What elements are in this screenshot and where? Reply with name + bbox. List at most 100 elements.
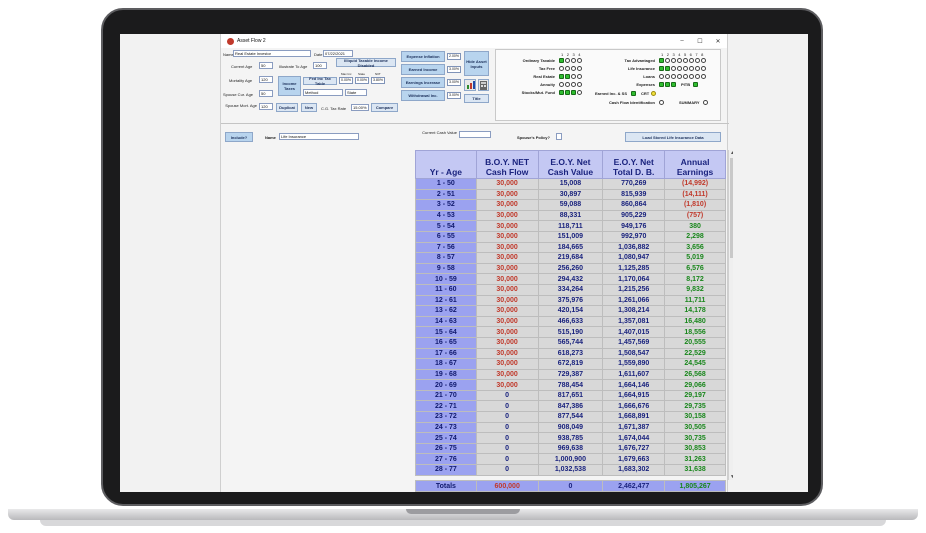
- row-cash-flow: 30,000: [475, 283, 539, 296]
- row-age: 5 - 54: [415, 220, 477, 232]
- cg-rate-input[interactable]: 15.00%: [351, 104, 369, 111]
- state-select[interactable]: State: [345, 89, 367, 96]
- summary-label: SUMMARY: [679, 100, 700, 105]
- expense-inflation-pct[interactable]: 2.00%: [447, 53, 461, 60]
- row-cash-value: 969,638: [537, 442, 604, 455]
- ordinary-selectors[interactable]: [559, 58, 582, 63]
- duplicate-button[interactable]: Duplicat: [276, 103, 298, 112]
- table-row: 4 - 53 30,000 88,331 905,229 (757): [415, 209, 726, 222]
- chart-icon[interactable]: [464, 79, 476, 91]
- title-bar: Asset Flow 2 – ☐ ✕: [221, 34, 727, 48]
- withdrawal-button[interactable]: Withdrawal Inc.: [401, 90, 445, 101]
- fed-header-max: Max Inc: [341, 72, 352, 76]
- row-cash-value: 672,819: [537, 358, 604, 370]
- row-cash-flow: 0: [475, 432, 539, 444]
- row-death-benefit: 770,269: [602, 178, 666, 190]
- crt-selector[interactable]: [651, 91, 656, 96]
- load-stored-data-button[interactable]: Load Stored Life Insurance Data: [625, 132, 721, 142]
- summary-selector[interactable]: [703, 100, 708, 105]
- row-death-benefit: 1,559,890: [602, 358, 666, 370]
- illustrate-input[interactable]: 100: [313, 62, 327, 69]
- fed-tax-table-button[interactable]: Fed Inc Tax Table: [303, 76, 337, 86]
- row-earnings: 2,298: [664, 230, 726, 243]
- taxable-income-button[interactable]: Illiquid Taxable Income Disabled: [336, 58, 396, 68]
- withdrawal-pct[interactable]: 3.00%: [447, 92, 461, 99]
- annuity-selectors[interactable]: [559, 82, 582, 87]
- loans-selectors[interactable]: [659, 74, 706, 79]
- row-death-benefit: 1,308,214: [602, 305, 666, 317]
- spouse-age-input[interactable]: 50: [259, 90, 273, 97]
- row-cash-value: 908,049: [537, 421, 604, 434]
- row-age: 13 - 62: [415, 305, 477, 317]
- pitb-selector[interactable]: [693, 82, 698, 87]
- taxfree-selectors[interactable]: [559, 66, 582, 71]
- table-scrollbar[interactable]: ▲ ▼: [728, 150, 733, 480]
- row-cash-value: 938,785: [537, 432, 604, 444]
- stocks-selectors[interactable]: [559, 90, 582, 95]
- table-row: 3 - 52 30,000 59,088 860,864 (1,810): [415, 199, 726, 211]
- row-age: 6 - 55: [415, 230, 477, 243]
- row-earnings: 380: [664, 220, 726, 232]
- mortality-input[interactable]: 120: [259, 76, 273, 83]
- row-earnings: 24,545: [664, 358, 726, 370]
- date-input[interactable]: 07/22/2021: [323, 50, 353, 57]
- row-death-benefit: 1,611,607: [602, 368, 666, 381]
- row-earnings: (14,111): [664, 188, 726, 201]
- row-death-benefit: 1,671,387: [602, 421, 666, 434]
- table-row: 12 - 61 30,000 375,976 1,261,066 11,711: [415, 294, 726, 307]
- name-input[interactable]: Real Estate Investor: [233, 50, 311, 57]
- scroll-up-icon[interactable]: ▲: [729, 150, 733, 156]
- new-button[interactable]: New: [301, 103, 317, 112]
- row-cash-flow: 30,000: [475, 336, 539, 349]
- earned-income-button[interactable]: Earned Income: [401, 64, 445, 75]
- close-button[interactable]: ✕: [709, 38, 727, 45]
- table-row: 19 - 68 30,000 729,387 1,611,607 26,568: [415, 368, 726, 381]
- life-selectors[interactable]: [659, 66, 706, 71]
- row-cash-value: 118,711: [537, 220, 604, 232]
- spouse-mort-input[interactable]: 120: [259, 103, 273, 110]
- window-controls: – ☐ ✕: [673, 38, 727, 45]
- title-button[interactable]: Title: [464, 94, 489, 103]
- col-header-cash-value: E.O.Y. Net Cash Value: [537, 150, 604, 179]
- include-button[interactable]: Include?: [225, 132, 253, 142]
- table-row: 14 - 63 30,000 466,633 1,357,081 16,480: [415, 315, 726, 328]
- scroll-down-icon[interactable]: ▼: [729, 474, 733, 480]
- earned-income-selector[interactable]: [631, 91, 636, 96]
- realestate-selectors[interactable]: [559, 74, 582, 79]
- fed-pct-max[interactable]: 0.00%: [339, 77, 353, 84]
- scrollbar-thumb[interactable]: [730, 158, 733, 258]
- current-cash-input[interactable]: [459, 131, 491, 138]
- row-cash-flow: 0: [475, 400, 539, 413]
- row-cash-value: 30,897: [537, 188, 604, 201]
- row-death-benefit: 1,679,663: [602, 453, 666, 466]
- expense-inflation-button[interactable]: Expense Inflation: [401, 51, 445, 62]
- hide-asset-inputs-button[interactable]: Hide Asset Inputs: [464, 51, 489, 76]
- minimize-button[interactable]: –: [673, 38, 691, 45]
- fed-pct-niit[interactable]: 3.80%: [371, 77, 385, 84]
- calculator-icon[interactable]: [478, 79, 489, 91]
- earnings-increase-pct[interactable]: 3.00%: [447, 79, 461, 86]
- row-earnings: (757): [664, 209, 726, 222]
- row-cash-value: 788,454: [537, 379, 604, 391]
- compare-button[interactable]: Compare: [371, 103, 398, 112]
- maximize-button[interactable]: ☐: [691, 38, 709, 45]
- spouse-policy-checkbox[interactable]: [556, 133, 562, 140]
- cash-flow-id-selector[interactable]: [659, 100, 664, 105]
- taxadv-selectors[interactable]: [659, 58, 706, 63]
- row-cash-value: 1,000,900: [537, 453, 604, 466]
- earned-income-pct[interactable]: 3.00%: [447, 66, 461, 73]
- expenses-selectors[interactable]: [659, 82, 676, 87]
- row-age: 18 - 67: [415, 358, 477, 370]
- policy-name-input[interactable]: Life Insurance: [279, 133, 359, 140]
- method-select[interactable]: Method: [303, 89, 343, 96]
- results-table-wrap: Yr - Age B.O.Y. NET Cash Flow E.O.Y. Net C…: [415, 150, 733, 492]
- row-cash-flow: 30,000: [475, 230, 539, 243]
- earnings-increase-button[interactable]: Earnings Increase: [401, 77, 445, 88]
- table-row: 26 - 75 0 969,638 1,676,727 30,853: [415, 442, 726, 455]
- fed-pct-state[interactable]: 0.00%: [355, 77, 369, 84]
- row-cash-value: 466,633: [537, 315, 604, 328]
- current-age-input[interactable]: 50: [259, 62, 273, 69]
- row-age: 27 - 76: [415, 453, 477, 466]
- row-cash-value: 334,264: [537, 283, 604, 296]
- income-taxes-button[interactable]: Income Taxes: [278, 76, 301, 96]
